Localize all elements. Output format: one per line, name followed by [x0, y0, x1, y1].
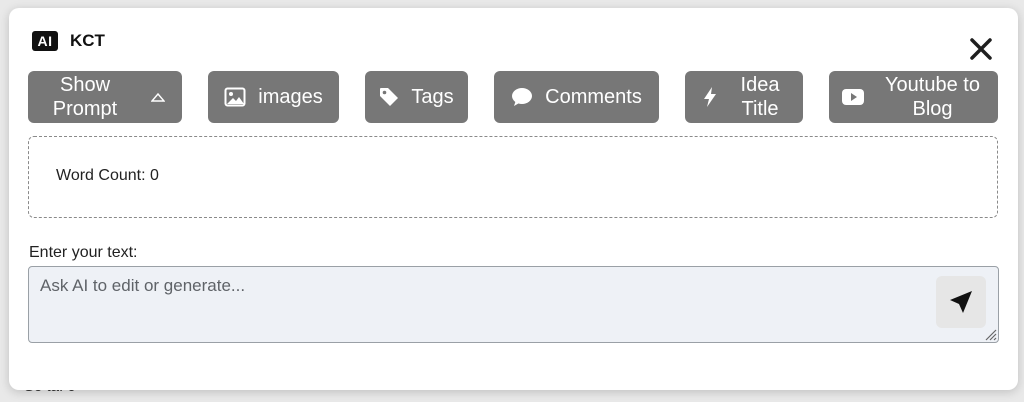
comment-icon — [511, 87, 533, 107]
image-icon — [224, 87, 246, 107]
tags-button[interactable]: Tags — [365, 71, 468, 123]
word-count-panel: Word Count: 0 — [28, 136, 998, 218]
idea-title-button[interactable]: Idea Title — [685, 71, 803, 123]
bolt-icon — [703, 86, 717, 108]
tag-icon — [379, 87, 399, 107]
prompt-textarea[interactable] — [29, 267, 998, 342]
show-prompt-label: Show Prompt — [52, 74, 118, 120]
word-count-text: Word Count: 0 — [56, 167, 159, 184]
app-title: KCT — [70, 31, 105, 50]
caret-up-icon — [151, 92, 165, 102]
ai-assistant-dialog: AI KCT Show Prompt images Tags Comments … — [9, 8, 1018, 390]
show-prompt-button[interactable]: Show Prompt — [28, 71, 182, 123]
resize-grip-icon[interactable] — [983, 327, 997, 341]
text-input-label: Enter your text: — [29, 244, 138, 261]
youtube-icon — [841, 88, 865, 106]
send-icon — [950, 291, 972, 313]
close-button[interactable] — [968, 36, 994, 62]
youtube-to-blog-button[interactable]: Youtube to Blog — [829, 71, 998, 123]
youtube-to-blog-label: Youtube to Blog — [885, 74, 980, 120]
ai-logo: AI — [32, 31, 58, 51]
prompt-textarea-container — [28, 266, 999, 343]
comments-label: Comments — [545, 86, 642, 108]
comments-button[interactable]: Comments — [494, 71, 659, 123]
images-button[interactable]: images — [208, 71, 339, 123]
tags-label: Tags — [411, 86, 454, 108]
close-icon — [970, 38, 992, 60]
images-label: images — [258, 86, 323, 108]
idea-title-label: Idea Title — [740, 74, 780, 120]
dialog-header: AI KCT — [32, 31, 105, 51]
send-button[interactable] — [936, 276, 986, 328]
